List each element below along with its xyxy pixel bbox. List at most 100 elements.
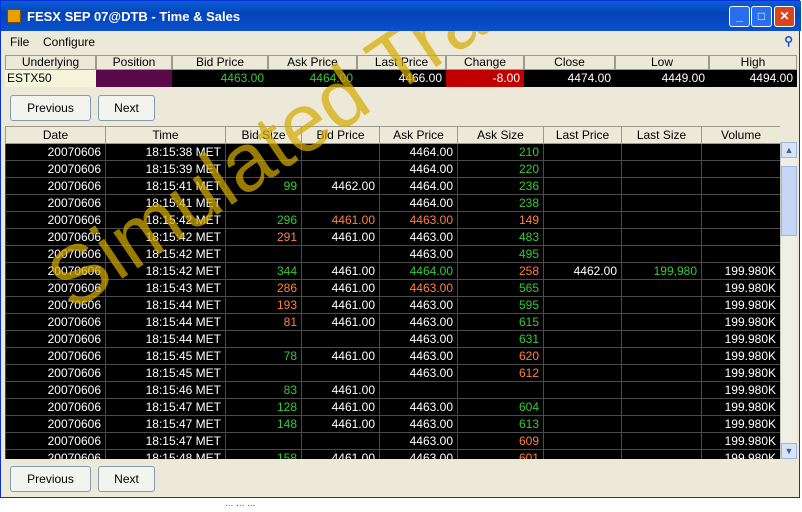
quote-header-last-price: Last Price [357, 55, 446, 70]
column-header-volume[interactable]: Volume [701, 126, 780, 144]
cell-time: 18:15:47 MET [105, 398, 226, 416]
minimize-button[interactable]: _ [729, 6, 750, 27]
table-header-row: Date Time Bid Size Bid Price Ask Price A… [5, 126, 780, 144]
table-row[interactable]: 20070606 18:15:45 MET 4463.00 612 199.980K [5, 364, 780, 382]
cell-ask-size: 609 [457, 432, 544, 450]
table-row[interactable]: 20070606 18:15:42 MET 296 4461.00 4463.00 149 [5, 211, 780, 229]
cell-time: 18:15:44 MET [105, 330, 226, 348]
cell-time: 18:15:45 MET [105, 364, 226, 382]
cell-last-price [543, 432, 622, 450]
cell-bid-price: 4461.00 [301, 449, 380, 459]
cell-last-size [621, 432, 702, 450]
cell-last-size [621, 347, 702, 365]
cell-bid-price [301, 432, 380, 450]
scroll-thumb[interactable] [781, 166, 797, 236]
cell-time: 18:15:41 MET [105, 194, 226, 212]
cell-bid-size [225, 160, 302, 178]
table-row[interactable]: 20070606 18:15:47 MET 148 4461.00 4463.00 613… [5, 415, 780, 433]
column-header-last-price[interactable]: Last Price [543, 126, 622, 144]
table-row[interactable]: 20070606 18:15:42 MET 344 4461.00 4464.00 258… [5, 262, 780, 280]
cell-ask-size: 601 [457, 449, 544, 459]
table-row[interactable]: 20070606 18:15:41 MET 99 4462.00 4464.00 236 [5, 177, 780, 195]
cell-bid-price: 4461.00 [301, 313, 380, 331]
cell-ask-price: 4463.00 [379, 245, 458, 263]
cell-volume: 199.980K [701, 313, 780, 331]
next-button-bottom[interactable]: Next [98, 466, 155, 492]
cell-time: 18:15:44 MET [105, 313, 226, 331]
column-header-time[interactable]: Time [105, 126, 226, 144]
cell-time: 18:15:47 MET [105, 432, 226, 450]
quote-ask-price: 4464.00 [268, 70, 357, 87]
time-sales-table[interactable]: Date Time Bid Size Bid Price Ask Price A… [5, 126, 780, 459]
cell-bid-size: 128 [225, 398, 302, 416]
cell-last-size [621, 245, 702, 263]
cell-last-size [621, 279, 702, 297]
cell-date: 20070606 [5, 296, 106, 314]
cell-date: 20070606 [5, 449, 106, 459]
table-row[interactable]: 20070606 18:15:47 MET 128 4461.00 4463.00 604… [5, 398, 780, 416]
scroll-up-arrow-icon[interactable]: ▲ [781, 142, 797, 158]
cell-bid-price: 4461.00 [301, 415, 380, 433]
menu-file[interactable]: File [10, 35, 29, 49]
vertical-scrollbar[interactable]: ▲ ▼ [780, 142, 797, 459]
cell-time: 18:15:46 MET [105, 381, 226, 399]
cell-bid-price: 4461.00 [301, 279, 380, 297]
time-and-sales-window: FESX SEP 07@DTB - Time & Sales _ □ ✕ Fil… [0, 0, 801, 498]
scroll-down-arrow-icon[interactable]: ▼ [781, 443, 797, 459]
table-row[interactable]: 20070606 18:15:43 MET 286 4461.00 4463.00 565… [5, 279, 780, 297]
table-row[interactable]: 20070606 18:15:39 MET 4464.00 220 [5, 160, 780, 178]
table-row[interactable]: 20070606 18:15:42 MET 4463.00 495 [5, 245, 780, 263]
cell-date: 20070606 [5, 330, 106, 348]
table-row[interactable]: 20070606 18:15:44 MET 193 4461.00 4463.00 595… [5, 296, 780, 314]
menu-configure[interactable]: Configure [43, 35, 95, 49]
column-header-last-size[interactable]: Last Size [621, 126, 702, 144]
cell-last-price [543, 381, 622, 399]
table-row[interactable]: 20070606 18:15:41 MET 4464.00 238 [5, 194, 780, 212]
table-row[interactable]: 20070606 18:15:42 MET 291 4461.00 4463.00 483 [5, 228, 780, 246]
column-header-date[interactable]: Date [5, 126, 106, 144]
cell-last-size [621, 160, 702, 178]
table-row[interactable]: 20070606 18:15:38 MET 4464.00 210 [5, 143, 780, 161]
cell-bid-size [225, 245, 302, 263]
next-button-top[interactable]: Next [98, 95, 155, 121]
cell-ask-size: 631 [457, 330, 544, 348]
cell-last-price [543, 211, 622, 229]
cell-bid-size [225, 194, 302, 212]
column-header-ask-price[interactable]: Ask Price [379, 126, 458, 144]
table-row[interactable]: 20070606 18:15:44 MET 81 4461.00 4463.00 615 1… [5, 313, 780, 331]
cell-ask-price: 4464.00 [379, 262, 458, 280]
column-header-bid-size[interactable]: Bid Size [225, 126, 302, 144]
previous-button-top[interactable]: Previous [10, 95, 91, 121]
close-button[interactable]: ✕ [774, 6, 795, 27]
table-row[interactable]: 20070606 18:15:44 MET 4463.00 631 199.980K [5, 330, 780, 348]
cell-volume: 199.980K [701, 262, 780, 280]
pin-icon[interactable]: ⚲ [784, 34, 793, 48]
quote-header-position: Position [96, 55, 172, 70]
table-row[interactable]: 20070606 18:15:46 MET 83 4461.00 199.980K [5, 381, 780, 399]
cell-ask-size: 615 [457, 313, 544, 331]
cell-last-size [621, 449, 702, 459]
menu-bar: File Configure [1, 31, 799, 53]
cell-volume [701, 211, 780, 229]
cell-volume: 199.980K [701, 398, 780, 416]
cell-bid-size: 99 [225, 177, 302, 195]
table-row[interactable]: 20070606 18:15:45 MET 78 4461.00 4463.00 620 1… [5, 347, 780, 365]
cell-ask-price: 4463.00 [379, 347, 458, 365]
column-header-bid-price[interactable]: Bid Price [301, 126, 380, 144]
quote-header-high: High [709, 55, 797, 70]
cell-ask-price: 4463.00 [379, 364, 458, 382]
maximize-button[interactable]: □ [751, 6, 772, 27]
cell-date: 20070606 [5, 194, 106, 212]
column-header-ask-size[interactable]: Ask Size [457, 126, 544, 144]
table-row[interactable]: 20070606 18:15:48 MET 158 4461.00 4463.00 601… [5, 449, 780, 459]
cell-last-size [621, 398, 702, 416]
cell-last-price [543, 177, 622, 195]
cell-last-price [543, 364, 622, 382]
app-icon [7, 9, 21, 23]
title-bar[interactable]: FESX SEP 07@DTB - Time & Sales _ □ ✕ [1, 1, 801, 31]
table-row[interactable]: 20070606 18:15:47 MET 4463.00 609 199.980K [5, 432, 780, 450]
cell-date: 20070606 [5, 143, 106, 161]
cell-date: 20070606 [5, 279, 106, 297]
previous-button-bottom[interactable]: Previous [10, 466, 91, 492]
cell-bid-price [301, 160, 380, 178]
